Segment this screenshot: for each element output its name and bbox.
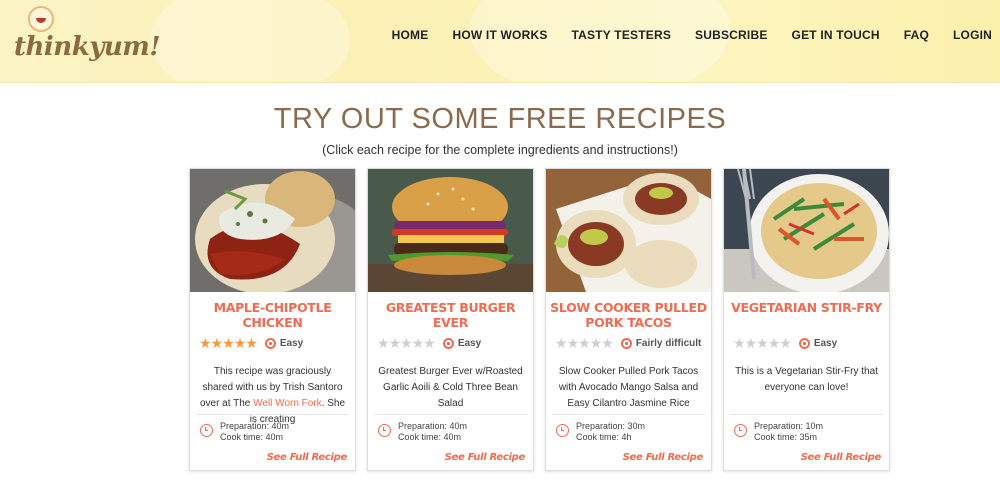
recipe-card-vegetarian-stir-fry[interactable]: VEGETARIAN STIR-FRY ★★★★★ Easy This is a… bbox=[723, 168, 890, 471]
star-icon: ★ bbox=[245, 335, 258, 351]
star-icon: ★ bbox=[566, 335, 580, 351]
recipe-card-maple-chipotle-chicken[interactable]: MAPLE-CHIPOTLE CHICKEN ★★★★★ Easy This r… bbox=[189, 168, 356, 471]
star-icon: ★ bbox=[744, 335, 758, 351]
see-full-recipe-link[interactable]: See Full Recipe bbox=[801, 452, 882, 463]
star-icon: ★ bbox=[589, 335, 603, 351]
rating: ★★★★★ Easy bbox=[733, 335, 837, 352]
divider bbox=[374, 414, 527, 415]
rating: ★★★★★ Easy bbox=[199, 335, 303, 352]
rating: ★★★★★ Easy bbox=[377, 335, 481, 352]
chef-hat-icon bbox=[798, 338, 810, 349]
logo[interactable]: thinkyum! bbox=[14, 6, 161, 76]
star-icon: ★ bbox=[756, 335, 769, 351]
see-full-recipe-link[interactable]: See Full Recipe bbox=[445, 452, 526, 463]
prep-time: Preparation: 40m bbox=[220, 421, 290, 431]
nav-how-it-works[interactable]: HOW IT WORKS bbox=[452, 28, 547, 42]
nav-login[interactable]: LOGIN bbox=[953, 28, 992, 42]
difficulty: Easy bbox=[442, 338, 482, 349]
difficulty-label: Easy bbox=[279, 338, 304, 349]
nav-subscribe[interactable]: SUBSCRIBE bbox=[695, 28, 767, 42]
star-icon: ★ bbox=[411, 335, 425, 351]
recipe-grid: MAPLE-CHIPOTLE CHICKEN ★★★★★ Easy This r… bbox=[189, 168, 890, 471]
recipe-description: This is a Vegetarian Stir-Fry that every… bbox=[735, 366, 878, 393]
cooking-times: Preparation: 40m Cook time: 40m bbox=[398, 421, 467, 443]
star-rating: ★★★★★ bbox=[377, 335, 436, 352]
recipe-description: Greatest Burger Ever w/Roasted Garlic Ao… bbox=[378, 366, 523, 409]
main-nav: HOME HOW IT WORKS TASTY TESTERS SUBSCRIB… bbox=[368, 28, 992, 42]
recipe-card-greatest-burger-ever[interactable]: GREATEST BURGER EVER ★★★★★ Easy Greatest… bbox=[367, 168, 534, 471]
prep-time: Preparation: 10m bbox=[754, 421, 824, 431]
star-icon: ★ bbox=[423, 335, 436, 351]
chef-hat-icon bbox=[442, 338, 454, 349]
cook-time: Cook time: 4h bbox=[576, 432, 632, 442]
page-title: TRY OUT SOME FREE RECIPES bbox=[273, 103, 727, 135]
recipe-photo[interactable] bbox=[724, 169, 889, 292]
divider bbox=[730, 414, 883, 415]
clock-icon bbox=[734, 424, 747, 437]
recipe-description: Slow Cooker Pulled Pork Tacos with Avoca… bbox=[558, 366, 699, 409]
page-subtitle: (Click each recipe for the complete ingr… bbox=[322, 143, 678, 157]
chef-hat-icon bbox=[620, 338, 632, 349]
star-icon: ★ bbox=[733, 335, 746, 351]
recipe-title[interactable]: GREATEST BURGER EVER bbox=[372, 300, 529, 330]
difficulty-label: Easy bbox=[813, 338, 838, 349]
site-header: thinkyum! HOME HOW IT WORKS TASTY TESTER… bbox=[0, 0, 1000, 83]
clock-icon bbox=[200, 424, 213, 437]
cooking-times: Preparation: 10m Cook time: 35m bbox=[754, 421, 823, 443]
logo-badge-icon bbox=[28, 6, 54, 32]
chef-hat-icon bbox=[264, 338, 276, 349]
star-rating: ★★★★★ bbox=[199, 335, 258, 352]
nav-get-in-touch[interactable]: GET IN TOUCH bbox=[792, 28, 880, 42]
star-icon: ★ bbox=[578, 335, 591, 351]
difficulty: Easy bbox=[798, 338, 838, 349]
star-icon: ★ bbox=[199, 335, 212, 351]
cooking-times: Preparation: 40m Cook time: 40m bbox=[220, 421, 289, 443]
cook-time: Cook time: 40m bbox=[398, 432, 462, 442]
star-icon: ★ bbox=[601, 335, 614, 351]
see-full-recipe-link[interactable]: See Full Recipe bbox=[623, 452, 704, 463]
recipe-photo[interactable] bbox=[368, 169, 533, 292]
rating: ★★★★★ Fairly difficult bbox=[555, 335, 701, 352]
divider bbox=[196, 414, 349, 415]
difficulty: Fairly difficult bbox=[620, 338, 702, 349]
star-icon: ★ bbox=[555, 335, 568, 351]
clock-icon bbox=[378, 424, 391, 437]
recipe-title[interactable]: SLOW COOKER PULLED PORK TACOS bbox=[550, 300, 707, 330]
recipe-card-slow-cooker-pulled-pork-tacos[interactable]: SLOW COOKER PULLED PORK TACOS ★★★★★ Fair… bbox=[545, 168, 712, 471]
recipe-photo[interactable] bbox=[546, 169, 711, 292]
nav-home[interactable]: HOME bbox=[392, 28, 429, 42]
star-rating: ★★★★★ bbox=[555, 335, 614, 352]
prep-time: Preparation: 40m bbox=[398, 421, 468, 431]
prep-time: Preparation: 30m bbox=[576, 421, 646, 431]
divider bbox=[552, 414, 705, 415]
recipe-title[interactable]: VEGETARIAN STIR-FRY bbox=[728, 300, 885, 315]
star-rating: ★★★★★ bbox=[733, 335, 792, 352]
star-icon: ★ bbox=[233, 335, 247, 351]
recipe-title[interactable]: MAPLE-CHIPOTLE CHICKEN bbox=[194, 300, 351, 330]
star-icon: ★ bbox=[210, 335, 224, 351]
cooking-times: Preparation: 30m Cook time: 4h bbox=[576, 421, 645, 443]
recipe-photo[interactable] bbox=[190, 169, 355, 292]
star-icon: ★ bbox=[767, 335, 781, 351]
star-icon: ★ bbox=[377, 335, 390, 351]
cook-time: Cook time: 35m bbox=[754, 432, 818, 442]
difficulty-label: Easy bbox=[457, 338, 482, 349]
nav-faq[interactable]: FAQ bbox=[904, 28, 929, 42]
see-full-recipe-link[interactable]: See Full Recipe bbox=[267, 452, 348, 463]
cook-time: Cook time: 40m bbox=[220, 432, 284, 442]
clock-icon bbox=[556, 424, 569, 437]
star-icon: ★ bbox=[779, 335, 792, 351]
header-decoration bbox=[150, 0, 350, 82]
recipe-description: This recipe was graciously shared with u… bbox=[198, 364, 347, 428]
source-link[interactable]: Well Worn Fork bbox=[253, 398, 322, 409]
star-icon: ★ bbox=[222, 335, 235, 351]
star-icon: ★ bbox=[388, 335, 402, 351]
nav-tasty-testers[interactable]: TASTY TESTERS bbox=[572, 28, 672, 42]
difficulty: Easy bbox=[264, 338, 304, 349]
difficulty-label: Fairly difficult bbox=[635, 338, 702, 349]
logo-text: thinkyum! bbox=[14, 32, 161, 62]
star-icon: ★ bbox=[400, 335, 413, 351]
